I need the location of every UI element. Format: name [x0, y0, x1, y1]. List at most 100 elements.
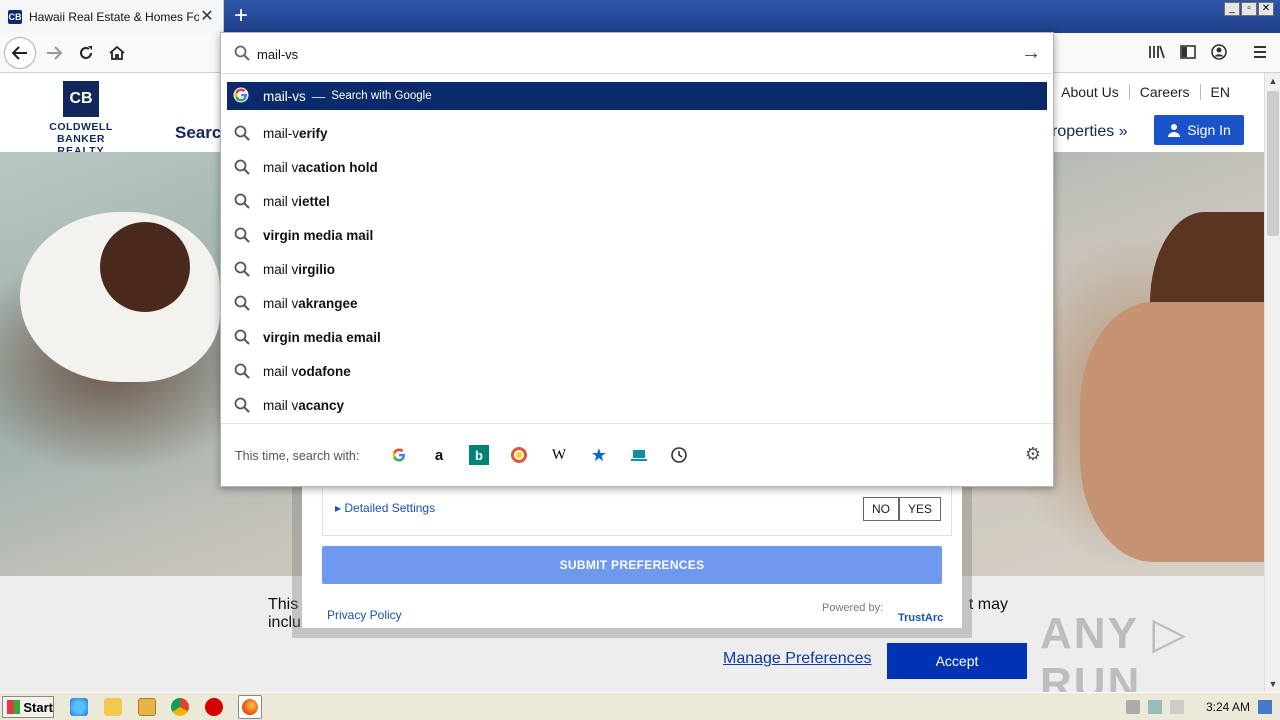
detailed-settings-toggle[interactable]: ▸ Detailed Settings [335, 501, 435, 515]
suggestion-completion-text: iettel [298, 193, 330, 209]
suggestion-typed-text: mail v [263, 193, 299, 209]
user-icon [1168, 124, 1181, 137]
opera-icon[interactable] [205, 698, 223, 716]
firefox-taskbar-button[interactable] [238, 695, 262, 719]
suggestion-row[interactable]: mail v iettel [227, 184, 1047, 218]
suggestion-typed-text: mail v [263, 159, 299, 175]
search-icon [233, 396, 251, 414]
cookie-preferences-modal: ▸ Detailed Settings NO YES SUBMIT PREFER… [292, 478, 972, 638]
top-link-careers[interactable]: Careers [1128, 84, 1200, 100]
privacy-policy-link[interactable]: Privacy Policy [327, 608, 402, 622]
one-off-search-row: This time, search with: a b W ★ ⚙ [221, 423, 1053, 487]
clock[interactable]: 3:24 AM [1206, 700, 1250, 714]
suggestion-typed-text: mail-vs [263, 88, 306, 104]
trustarc-logo[interactable]: TrustArc [898, 612, 943, 624]
no-button[interactable]: NO [862, 497, 899, 521]
urlbar-dropdown: → mail-vs—Search with Googlemail-verifym… [220, 32, 1054, 487]
account-icon[interactable] [1208, 42, 1230, 64]
search-icon [233, 362, 251, 380]
minimize-button[interactable]: _ [1224, 2, 1240, 16]
tab-strip: CB Hawaii Real Estate & Homes For Sale ✕… [0, 0, 1280, 33]
tab-close-icon[interactable]: ✕ [199, 8, 215, 25]
explorer-folder-icon[interactable] [104, 698, 122, 716]
manage-preferences-link[interactable]: Manage Preferences [723, 650, 872, 668]
tabs-engine-icon[interactable] [629, 445, 649, 465]
suggestion-typed-text: mail v [263, 363, 299, 379]
scroll-thumb[interactable] [1267, 91, 1279, 236]
top-link-language[interactable]: EN [1199, 84, 1240, 100]
suggestion-completion-text: akrangee [298, 295, 358, 311]
scroll-down-icon[interactable]: ▼ [1265, 676, 1280, 692]
search-nav-label[interactable]: Searc [175, 123, 221, 143]
cookie-text-tail: t may [968, 596, 1008, 613]
action-center-flag-icon[interactable] [1169, 700, 1184, 714]
forward-arrow-icon [47, 46, 63, 60]
hero-dog-head-shape [100, 222, 190, 312]
firefox-icon [242, 699, 258, 715]
duckduckgo-engine-icon[interactable] [509, 445, 529, 465]
search-icon [233, 158, 251, 176]
search-icon [233, 328, 251, 346]
search-icon [233, 294, 251, 312]
start-button[interactable]: Start [2, 696, 54, 718]
home-button[interactable] [101, 37, 133, 69]
suggestion-action-hint: Search with Google [331, 90, 432, 102]
reload-button[interactable] [70, 37, 102, 69]
go-arrow-icon[interactable]: → [1021, 42, 1041, 65]
chrome-icon[interactable] [171, 698, 189, 716]
suggestion-row[interactable]: mail v akrangee [227, 286, 1047, 320]
hero-woman-shape [1080, 302, 1264, 562]
bing-engine-icon[interactable]: b [469, 445, 489, 465]
suggestion-row[interactable]: mail v acancy [227, 388, 1047, 422]
wikipedia-engine-icon[interactable]: W [549, 445, 569, 465]
bookmarks-star-icon[interactable]: ★ [589, 445, 609, 465]
show-desktop-icon[interactable] [1258, 700, 1272, 714]
ie-icon[interactable] [70, 698, 88, 716]
sidebar-icon[interactable] [1177, 42, 1199, 64]
properties-nav-link[interactable]: roperties » [1052, 123, 1128, 141]
accept-button[interactable]: Accept [887, 643, 1027, 679]
history-clock-icon[interactable] [669, 445, 689, 465]
suggestion-row[interactable]: mail v odafone [227, 354, 1047, 388]
submit-preferences-button[interactable]: SUBMIT PREFERENCES [322, 546, 942, 584]
suggestion-row[interactable]: mail v acation hold [227, 150, 1047, 184]
urlbar-input[interactable] [257, 43, 997, 65]
logo-line1: COLDWELL BANKER [49, 121, 113, 145]
urlbar-input-row: → [221, 33, 1053, 74]
suggestion-list: mail-vs — Search with Google mail-v erify mai… [227, 82, 1047, 422]
search-settings-gear-icon[interactable]: ⚙ [1025, 444, 1041, 465]
page-scrollbar[interactable]: ▲ ▼ [1264, 73, 1280, 692]
detailed-settings-label: Detailed Settings [344, 501, 436, 515]
maximize-button[interactable]: ▫ [1241, 2, 1257, 16]
suggestion-row[interactable]: mail v irgilio [227, 252, 1047, 286]
close-window-button[interactable]: ✕ [1258, 2, 1274, 16]
chevron-down-icon: » [1118, 123, 1128, 140]
google-engine-icon[interactable] [389, 445, 409, 465]
scroll-up-icon[interactable]: ▲ [1265, 73, 1280, 89]
new-tab-button[interactable]: + [228, 4, 254, 30]
suggestion-row[interactable]: mail-vs — Search with Google [227, 82, 1047, 110]
forward-button[interactable] [38, 37, 70, 69]
sign-in-button[interactable]: Sign In [1154, 115, 1244, 145]
suggestion-completion-text: odafone [298, 363, 351, 379]
yes-button[interactable]: YES [898, 497, 941, 521]
network-icon[interactable] [1147, 700, 1162, 714]
top-link-about[interactable]: About Us [1050, 84, 1129, 100]
suggestion-completion-text: irgilio [298, 261, 336, 277]
volume-icon[interactable] [1125, 700, 1140, 714]
library-icon[interactable] [1146, 42, 1168, 64]
coldwell-banker-logo[interactable]: CB COLDWELL BANKER REALTY [24, 81, 138, 157]
one-off-label: This time, search with: [235, 449, 360, 463]
suggestion-row[interactable]: virgin media mail [227, 218, 1047, 252]
media-player-icon[interactable] [138, 698, 156, 716]
amazon-engine-icon[interactable]: a [429, 445, 449, 465]
suggestion-row[interactable]: virgin media email [227, 320, 1047, 354]
back-button[interactable] [4, 37, 36, 69]
home-icon [109, 45, 125, 60]
search-icon [233, 226, 251, 244]
menu-icon[interactable] [1249, 42, 1271, 64]
suggestion-row[interactable]: mail-v erify [227, 116, 1047, 150]
browser-tab[interactable]: CB Hawaii Real Estate & Homes For Sale ✕ [0, 0, 224, 33]
top-links: e About Us Careers EN [1022, 84, 1240, 100]
properties-label: roperties [1052, 123, 1115, 140]
